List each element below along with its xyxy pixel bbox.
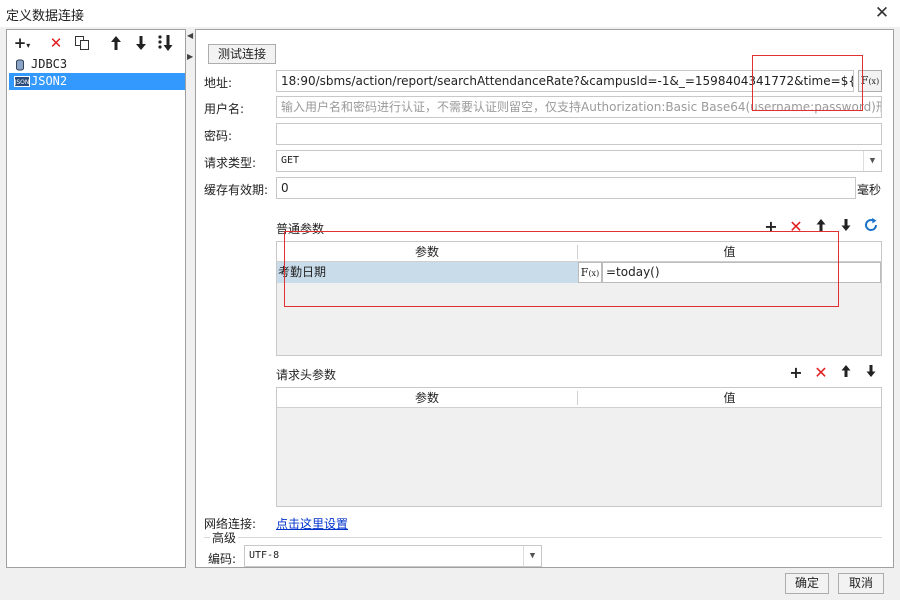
svg-text:JSON: JSON [14, 79, 29, 86]
advanced-title: 高级 [210, 529, 239, 546]
database-icon [14, 59, 28, 71]
arrow-down-icon[interactable] [130, 33, 152, 53]
cache-label: 缓存有效期: [204, 183, 269, 197]
encoding-value: UTF-8 [249, 550, 280, 561]
copy-icon[interactable] [71, 33, 93, 53]
address-label: 地址: [204, 76, 233, 90]
request-type-select[interactable]: GET ▼ [276, 150, 882, 172]
column-header-value: 值 [723, 391, 736, 405]
plus-dropdown-icon[interactable]: +▾ [11, 33, 33, 53]
request-type-label: 请求类型: [204, 156, 257, 170]
network-settings-link[interactable]: 点击这里设置 [276, 515, 348, 532]
tree-item-json2[interactable]: JSON JSON2 [9, 73, 185, 90]
headers-title: 请求头参数 [276, 368, 337, 382]
headers-table: 参数 值 [276, 387, 882, 507]
left-toolbar: +▾ ✕ [7, 30, 185, 56]
title-bar: 定义数据连接 ✕ [0, 0, 900, 27]
arrow-up-icon[interactable] [105, 33, 127, 53]
connection-list-panel: +▾ ✕ JDBC3 JSON JSON2 [6, 29, 186, 568]
cache-input[interactable]: 0 [276, 177, 856, 199]
chevron-down-icon[interactable]: ▼ [523, 546, 541, 566]
divider [204, 537, 882, 538]
column-header-param: 参数 [414, 391, 439, 405]
highlight-box [752, 55, 863, 111]
test-connection-button[interactable]: 测试连接 [208, 44, 276, 64]
tree-item-label: JSON2 [31, 74, 68, 88]
tree-item-jdbc3[interactable]: JDBC3 [9, 56, 185, 73]
arrow-up-icon[interactable] [836, 363, 856, 383]
arrow-down-icon[interactable] [861, 363, 881, 383]
table-header: 参数 值 [277, 388, 881, 408]
refresh-icon[interactable] [861, 217, 881, 237]
ok-button[interactable]: 确定 [785, 573, 829, 594]
password-label: 密码: [204, 129, 233, 143]
chevron-down-icon[interactable]: ▼ [863, 151, 881, 171]
delete-icon[interactable]: ✕ [45, 33, 67, 53]
arrow-down-icon[interactable] [836, 217, 856, 237]
highlight-box [284, 231, 839, 307]
close-icon[interactable]: ✕ [872, 3, 892, 23]
cancel-button[interactable]: 取消 [838, 573, 884, 594]
collapse-left-icon[interactable]: ◀ [187, 31, 193, 40]
delete-icon[interactable]: ✕ [811, 363, 831, 383]
encoding-label: 编码: [208, 552, 237, 566]
tree-item-label: JDBC3 [31, 57, 68, 71]
cache-unit: 毫秒 [857, 183, 882, 197]
username-label: 用户名: [204, 102, 245, 116]
json-icon: JSON [14, 76, 30, 87]
expand-right-icon[interactable]: ▶ [187, 52, 193, 61]
plus-icon[interactable]: + [786, 363, 806, 383]
window-title: 定义数据连接 [6, 9, 85, 24]
sort-icon[interactable] [155, 33, 177, 53]
request-type-value: GET [281, 155, 300, 166]
password-input[interactable] [276, 123, 882, 145]
encoding-select[interactable]: UTF-8 ▼ [244, 545, 542, 567]
